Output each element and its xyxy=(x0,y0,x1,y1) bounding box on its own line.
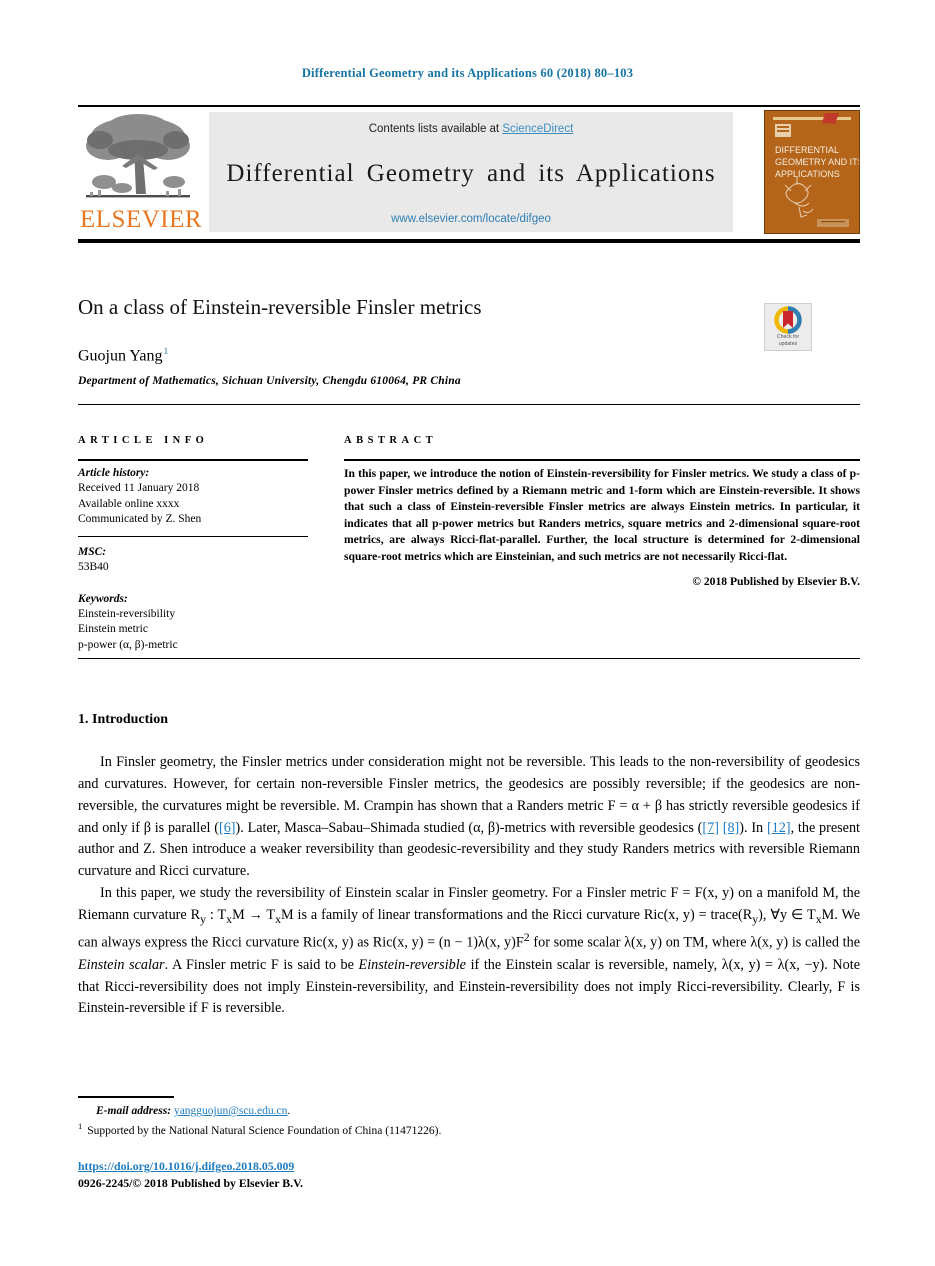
svg-text:GEOMETRY AND ITS: GEOMETRY AND ITS xyxy=(775,157,859,167)
paragraph-2-part-c: M → T xyxy=(232,907,276,924)
paragraph-1-part-b: ). Later, Masca–Sabau–Shimada studied (α… xyxy=(235,819,703,836)
article-info-heading: ARTICLE INFO xyxy=(78,435,209,446)
author-name: Guojun Yang1 xyxy=(78,347,168,365)
article-received: Received 11 January 2018 xyxy=(78,482,200,495)
info-divider xyxy=(78,536,308,538)
contents-available-line: Contents lists available at ScienceDirec… xyxy=(209,123,733,135)
abstract-column: In this paper, we introduce the notion o… xyxy=(344,466,860,591)
footnote-rule xyxy=(78,1096,174,1098)
article-info-rule xyxy=(78,459,308,461)
issn-copyright-line: 0926-2245/© 2018 Published by Elsevier B… xyxy=(78,1176,304,1191)
banner-bottom-rule xyxy=(78,239,860,243)
page-title: On a class of Einstein-reversible Finsle… xyxy=(78,295,482,319)
footnote-block: E-mail address: yangguojun@scu.edu.cn. 1… xyxy=(78,1103,638,1141)
abstract-text: In this paper, we introduce the notion o… xyxy=(344,467,860,563)
journal-cover-thumbnail: DIFFERENTIAL GEOMETRY AND ITS APPLICATIO… xyxy=(764,110,860,234)
author-footnote-mark[interactable]: 1 xyxy=(163,347,168,357)
abstract-bottom-rule xyxy=(78,658,860,659)
article-available-online: Available online xxxx xyxy=(78,497,180,510)
journal-banner: ELSEVIER Contents lists available at Sci… xyxy=(78,110,860,234)
elsevier-wordmark: ELSEVIER xyxy=(80,206,203,233)
journal-cover-art: DIFFERENTIAL GEOMETRY AND ITS APPLICATIO… xyxy=(765,111,859,233)
email-address-link[interactable]: yangguojun@scu.edu.cn xyxy=(174,1105,287,1117)
paragraph-2-part-g: for some scalar λ(x, y) on TM, where λ(x… xyxy=(529,934,860,951)
paragraph-1: In Finsler geometry, the Finsler metrics… xyxy=(78,752,860,883)
author-label: Guojun Yang xyxy=(78,347,163,365)
body-content: In Finsler geometry, the Finsler metrics… xyxy=(78,752,860,1020)
crossmark-icon xyxy=(774,306,802,334)
keyword-item: Einstein metric xyxy=(78,623,148,636)
abstract-rule xyxy=(344,459,860,461)
citation-6[interactable]: [6] xyxy=(219,820,236,836)
check-for-updates-badge[interactable]: Check for updates xyxy=(764,303,812,351)
svg-text:DIFFERENTIAL: DIFFERENTIAL xyxy=(775,145,839,155)
elsevier-tree-icon xyxy=(82,112,194,204)
paragraph-2-emphasis-1: Einstein scalar xyxy=(78,956,165,973)
article-communicated-by: Communicated by Z. Shen xyxy=(78,512,202,525)
paper-page: Differential Geometry and its Applicatio… xyxy=(0,0,935,1266)
citation-7[interactable]: [7] xyxy=(702,820,719,836)
banner-top-rule xyxy=(78,105,860,107)
journal-banner-center: Contents lists available at ScienceDirec… xyxy=(209,112,733,232)
journal-title: Differential Geometry and its Applicatio… xyxy=(226,160,716,187)
doi-block: https://doi.org/10.1016/j.difgeo.2018.05… xyxy=(78,1158,303,1192)
email-period: . xyxy=(287,1105,291,1117)
msc-value: 53B40 xyxy=(78,561,109,574)
abstract-heading: ABSTRACT xyxy=(344,435,438,446)
citation-8[interactable]: [8] xyxy=(723,820,740,836)
paragraph-1-part-c: ). In xyxy=(739,819,767,836)
footnote-funding-text: Supported by the National Natural Scienc… xyxy=(87,1125,442,1138)
citation-12[interactable]: [12] xyxy=(767,820,791,836)
paragraph-2-part-e: ), ∀y ∈ T xyxy=(758,907,816,924)
section-heading-introduction: 1. Introduction xyxy=(78,712,168,727)
keyword-item: p-power (α, β)-metric xyxy=(78,638,178,651)
doi-link[interactable]: https://doi.org/10.1016/j.difgeo.2018.05… xyxy=(78,1159,294,1173)
crossmark-line2: updates xyxy=(778,340,798,347)
journal-url-link[interactable]: www.elsevier.com/locate/difgeo xyxy=(209,213,733,225)
running-head: Differential Geometry and its Applicatio… xyxy=(301,66,634,80)
email-address-label: E-mail address: xyxy=(96,1105,172,1117)
elsevier-logo: ELSEVIER xyxy=(78,110,203,234)
keyword-item: Einstein-reversibility xyxy=(78,607,176,620)
footnote-funding: 1 Supported by the National Natural Scien… xyxy=(78,1120,638,1140)
paragraph-2-part-h: . A Finsler metric F is said to be xyxy=(164,956,359,973)
keywords-label: Keywords: xyxy=(78,592,128,605)
title-bottom-rule xyxy=(78,404,860,405)
abstract-copyright: © 2018 Published by Elsevier B.V. xyxy=(692,575,860,589)
sciencedirect-link[interactable]: ScienceDirect xyxy=(502,123,573,135)
crossmark-label: Check for updates xyxy=(765,334,811,347)
svg-text:APPLICATIONS: APPLICATIONS xyxy=(775,169,840,179)
affiliation: Department of Mathematics, Sichuan Unive… xyxy=(78,375,461,387)
paragraph-2-part-b: : T xyxy=(205,907,227,924)
msc-label: MSC: xyxy=(78,546,107,559)
article-history-label: Article history: xyxy=(78,467,150,479)
contents-prefix: Contents lists available at xyxy=(368,123,503,135)
footnote-email: E-mail address: yangguojun@scu.edu.cn. xyxy=(78,1103,638,1120)
article-info-column: Article history: Received 11 January 201… xyxy=(78,466,314,653)
paragraph-2-emphasis-2: Einstein-reversible xyxy=(358,956,466,973)
paragraph-2: In this paper, we study the reversibilit… xyxy=(78,885,861,1017)
paragraph-2-part-d: M is a family of linear transformations … xyxy=(281,907,753,924)
footnote-mark: 1 xyxy=(78,1121,83,1132)
